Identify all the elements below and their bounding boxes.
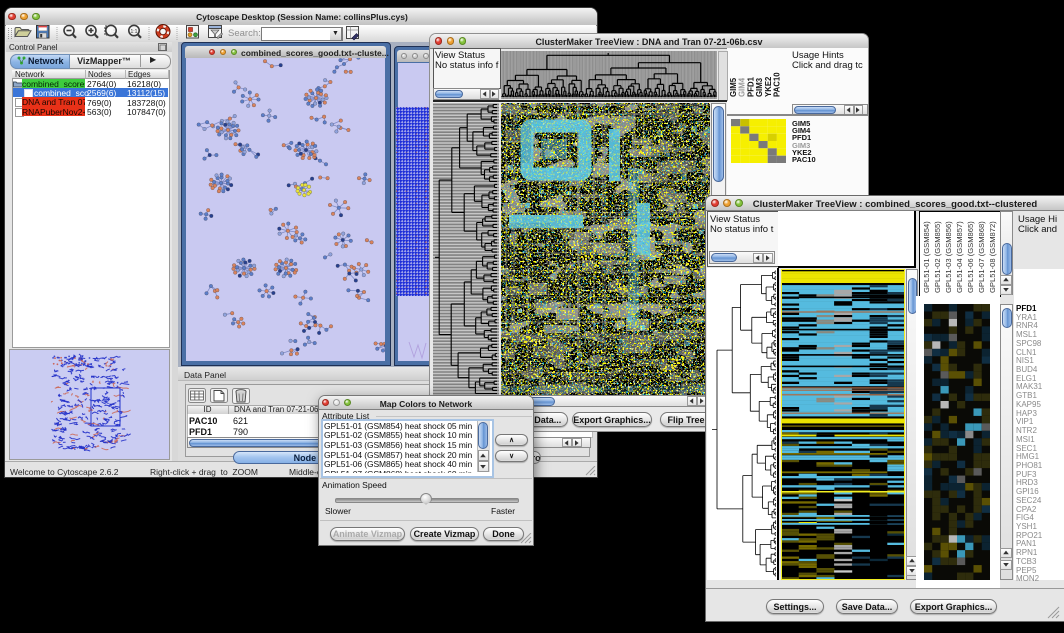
svg-text:GPL51-02 (GSM855): GPL51-02 (GSM855): [933, 221, 942, 293]
svg-text:YKE2: YKE2: [764, 76, 773, 97]
svg-text:GIM5: GIM5: [729, 77, 738, 97]
svg-text:PFD1: PFD1: [746, 76, 755, 97]
svg-text:GIM3: GIM3: [755, 77, 764, 97]
svg-text:1:1: 1:1: [131, 29, 138, 35]
svg-text:GPL51-04 (GSM857): GPL51-04 (GSM857): [955, 221, 964, 293]
svg-text:GIM4: GIM4: [738, 77, 747, 97]
svg-text:GPL51-07 (GSM868): GPL51-07 (GSM868): [977, 221, 986, 293]
svg-text:GPL51-08 (GSM872): GPL51-08 (GSM872): [988, 221, 997, 293]
svg-text:GPL51-06 (GSM865): GPL51-06 (GSM865): [966, 221, 975, 293]
svg-text:GPL51-01 (GSM854): GPL51-01 (GSM854): [922, 221, 931, 293]
svg-text:GPL51-03 (GSM856): GPL51-03 (GSM856): [944, 221, 953, 293]
svg-text:PAC10: PAC10: [773, 72, 782, 97]
